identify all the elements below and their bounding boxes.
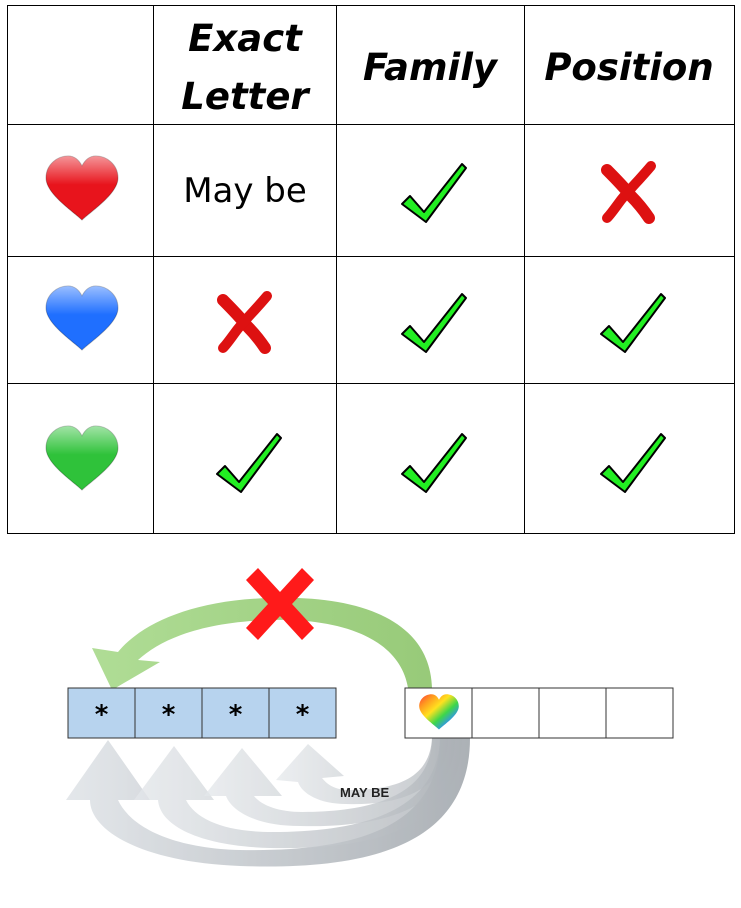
check-icon xyxy=(401,163,467,223)
cross-icon xyxy=(217,291,272,354)
table-rows: May be xyxy=(45,155,666,493)
check-icon xyxy=(401,293,467,353)
green-heart-icon xyxy=(45,425,119,491)
header-position: Position xyxy=(544,46,713,89)
right-slots xyxy=(404,687,674,739)
check-icon xyxy=(600,433,666,493)
header-exact-line1: Exact xyxy=(188,17,303,60)
slot-box xyxy=(538,687,607,739)
slot-star: * xyxy=(95,700,109,730)
slot-star: * xyxy=(296,700,310,730)
slot-box xyxy=(605,687,674,739)
maybe-label: MAY BE xyxy=(340,785,389,800)
check-icon xyxy=(401,433,467,493)
slot-box: * xyxy=(134,687,203,739)
header-family: Family xyxy=(363,46,499,89)
slot-box xyxy=(471,687,540,739)
check-icon xyxy=(216,433,282,493)
position-diagram: * * * * MAY BE xyxy=(66,568,674,867)
table-row xyxy=(45,425,666,493)
slot-star: * xyxy=(229,700,243,730)
bottom-curved-arrows xyxy=(66,738,470,867)
table-row: May be xyxy=(45,155,656,224)
legend-table: Exact Letter Family Position May be xyxy=(7,5,735,534)
left-slots: * * * * xyxy=(67,687,337,739)
check-icon xyxy=(600,293,666,353)
slot-box: * xyxy=(268,687,337,739)
cross-icon xyxy=(601,161,656,224)
slot-box: * xyxy=(67,687,136,739)
slot-box xyxy=(404,687,473,739)
table-row xyxy=(45,285,666,354)
slot-box: * xyxy=(201,687,270,739)
blue-heart-icon xyxy=(45,285,119,351)
slot-star: * xyxy=(162,700,176,730)
maybe-text: May be xyxy=(183,171,307,211)
header-exact-line2: Letter xyxy=(181,75,311,118)
red-heart-icon xyxy=(45,155,119,221)
